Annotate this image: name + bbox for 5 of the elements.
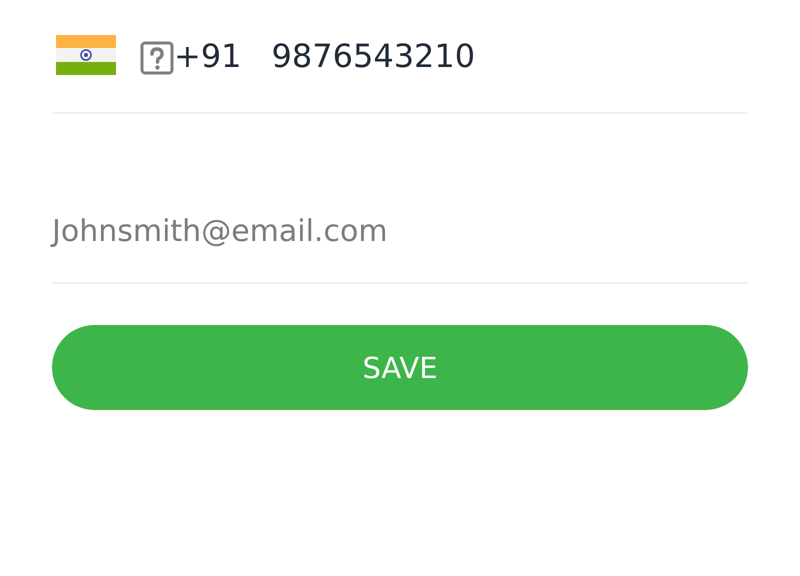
missing-glyph-icon	[140, 41, 174, 75]
phone-input-field[interactable]: 9876543210	[272, 31, 572, 81]
email-input-field[interactable]: Johnsmith@email.com	[52, 210, 748, 254]
india-flag-icon[interactable]	[56, 35, 116, 75]
dial-code[interactable]: +91	[174, 37, 242, 75]
